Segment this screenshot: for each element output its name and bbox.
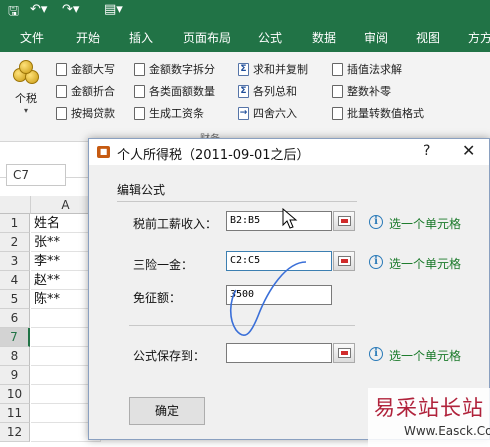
watermark: 易采站长站 Www.Easck.Com xyxy=(368,388,490,447)
watermark-text: 易采站长站 xyxy=(374,396,484,420)
watermark-url: Www.Easck.Com xyxy=(404,424,490,438)
mouse-cursor-icon xyxy=(282,208,298,229)
annotation-scribble xyxy=(229,261,307,337)
